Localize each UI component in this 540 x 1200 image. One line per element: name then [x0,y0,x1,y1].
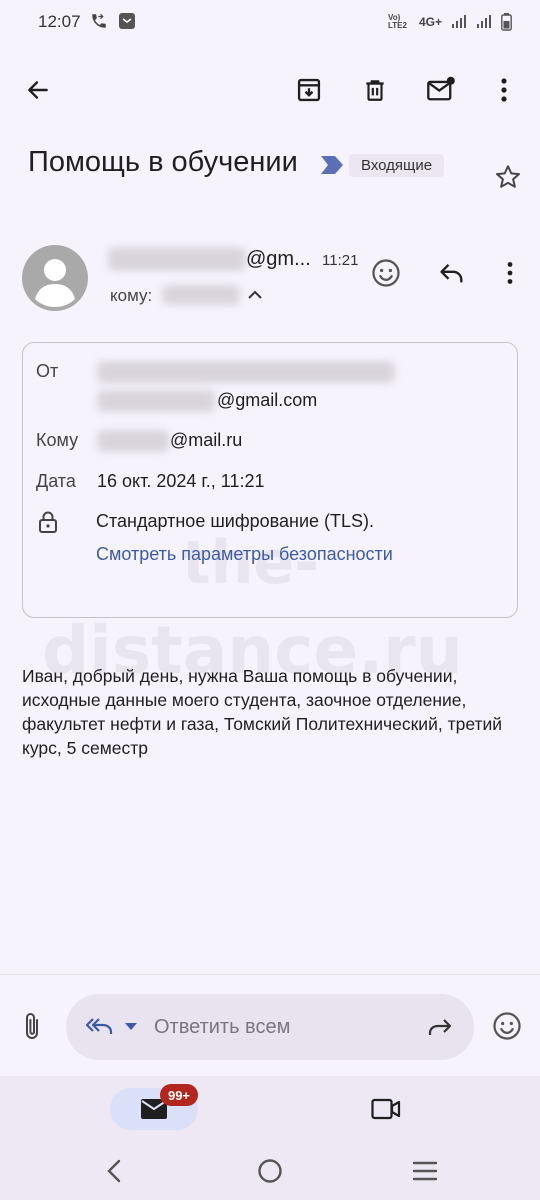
volte-indicator: Vo) LTE2 [387,13,407,30]
back-arrow-icon[interactable] [16,68,60,112]
lock-icon [38,511,58,533]
to-label: Кому [36,430,79,450]
sender-name-redacted [108,247,246,271]
important-marker-icon[interactable] [320,155,344,175]
from-email-redacted [97,390,215,412]
sender-email-tail[interactable]: @gm... [246,248,311,271]
mark-unread-icon[interactable] [419,68,463,112]
message-more-icon[interactable] [488,251,532,295]
label-chip-inbox[interactable]: Входящие [349,154,445,177]
delete-icon[interactable] [353,68,397,112]
more-vert-icon[interactable] [482,68,526,112]
battery-icon [501,13,512,31]
from-label: От [36,361,59,381]
emoji-reaction-icon[interactable] [364,251,408,295]
status-right: Vo) LTE2 4G+ [388,13,512,31]
recipient-redacted [162,285,240,305]
archive-icon[interactable] [287,68,331,112]
meet-video-icon[interactable] [371,1098,401,1120]
reply-mode-dropdown-icon[interactable] [124,1022,138,1032]
divider [0,974,540,975]
system-recents-icon[interactable] [412,1160,438,1182]
reply-all-placeholder[interactable]: Ответить всем [154,1016,290,1039]
status-time: 12:07 [38,12,81,31]
avatar[interactable] [22,245,88,311]
watermark-line1: the- [182,528,319,598]
to-email-tail: @mail.ru [170,430,243,450]
reply-all-icon[interactable] [84,1014,116,1038]
signal-icon-2 [476,15,492,29]
email-body: Иван, добрый день, нужна Ваша помощь в о… [22,666,503,758]
attachment-icon[interactable] [10,1004,54,1048]
forward-icon[interactable] [425,1015,455,1039]
from-name-redacted [97,361,395,383]
chevron-up-icon[interactable] [246,288,264,302]
from-email-tail: @gmail.com [217,390,318,410]
mail-unread-badge: 99+ [160,1084,198,1106]
email-time: 11:21 [322,252,359,269]
reply-icon[interactable] [430,251,474,295]
call-forward-icon [90,12,108,30]
system-back-icon[interactable] [104,1158,124,1184]
to-email-redacted [97,430,169,452]
recipient-prefix: кому: [110,286,153,305]
signal-icon-1 [451,15,467,29]
emoji-icon[interactable] [485,1004,529,1048]
date-value: 16 окт. 2024 г., 11:21 [97,471,265,491]
network-type: 4G+ [418,15,442,29]
date-label: Дата [36,471,76,491]
email-subject: Помощь в обучении [28,146,298,178]
star-icon[interactable] [486,155,530,199]
system-home-icon[interactable] [257,1158,283,1184]
notification-app-icon [118,12,136,30]
status-left-icons [90,12,136,30]
